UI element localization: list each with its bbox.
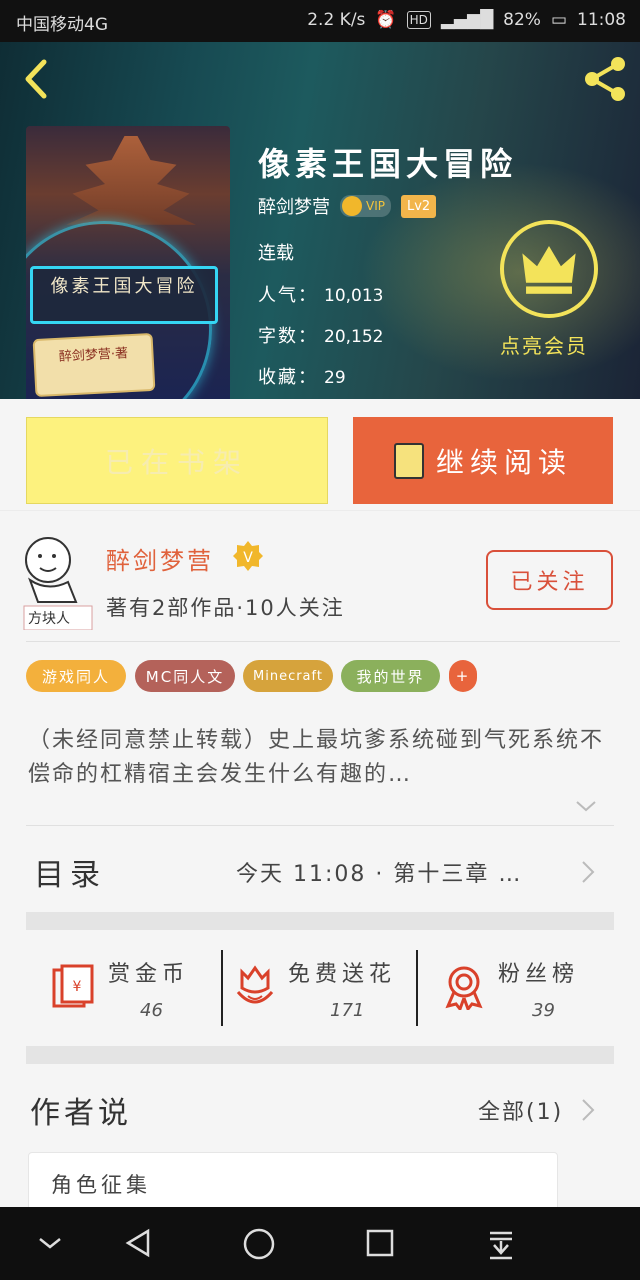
status-icons: 2.2 K/s ⏰ HD ▂▄▆█ 82% ▭ 11:08 bbox=[307, 10, 626, 30]
avatar-caption: 方块人 bbox=[28, 611, 70, 627]
on-shelf-button[interactable]: 已在书架 bbox=[26, 417, 328, 504]
continue-reading-button[interactable]: 继续阅读 bbox=[353, 417, 613, 504]
hide-nav-icon[interactable] bbox=[36, 1231, 64, 1255]
hd-badge: HD bbox=[406, 11, 431, 29]
author-stats: 著有2部作品·10人关注 bbox=[106, 596, 345, 620]
favorites-value: 29 bbox=[324, 368, 346, 388]
reward-flowers[interactable]: 免费送花 171 bbox=[234, 950, 414, 1030]
chevron-right-icon[interactable] bbox=[578, 1096, 598, 1124]
reward-label: 免费送花 bbox=[288, 962, 397, 987]
reward-label: 赏金币 bbox=[108, 962, 190, 987]
medal-icon bbox=[445, 966, 483, 1010]
red-envelope-icon: ¥ bbox=[52, 964, 94, 1008]
reward-count: 39 bbox=[532, 1000, 555, 1021]
more-tags-button[interactable]: + bbox=[449, 660, 477, 692]
author-post-title: 角色征集 bbox=[51, 1173, 151, 1197]
divider bbox=[0, 510, 640, 511]
word-count-value: 20,152 bbox=[324, 327, 384, 347]
verified-icon: V bbox=[233, 541, 263, 571]
back-nav-icon[interactable] bbox=[122, 1227, 154, 1259]
cover-title: 像素王国大冒险 bbox=[30, 266, 218, 324]
chevron-right-icon[interactable] bbox=[578, 858, 598, 886]
book-author-name[interactable]: 醉剑梦营 bbox=[258, 193, 330, 219]
flower-icon bbox=[236, 965, 274, 1004]
vip-member-button[interactable] bbox=[500, 220, 598, 318]
clock: 11:08 bbox=[577, 10, 626, 30]
favorites-stat: 收藏： 29 bbox=[258, 367, 346, 388]
reward-count: 171 bbox=[330, 1000, 365, 1021]
signal-icon: ▂▄▆█ bbox=[440, 10, 494, 30]
divider bbox=[26, 641, 620, 642]
vip-text: VIP bbox=[366, 199, 385, 213]
book-description[interactable]: （未经同意禁止转载）史上最坑爹系统碰到气死系统不偿命的杠精宿主会发生什么有趣的… bbox=[28, 724, 618, 792]
popularity-stat: 人气： 10,013 bbox=[258, 285, 384, 306]
word-count-stat: 字数： 20,152 bbox=[258, 326, 384, 347]
section-gap bbox=[26, 912, 614, 930]
serial-status: 连载 bbox=[258, 243, 294, 264]
crown-icon bbox=[342, 196, 362, 216]
book-author-line: 醉剑梦营 VIP Lv2 bbox=[258, 193, 437, 219]
author-post-card[interactable]: 角色征集 bbox=[28, 1152, 558, 1212]
network-speed: 2.2 K/s bbox=[307, 10, 366, 30]
book-title: 像素王国大冒险 bbox=[258, 145, 518, 183]
chevron-down-icon[interactable] bbox=[574, 798, 598, 814]
level-badge: Lv2 bbox=[400, 194, 437, 218]
cover-author-tag: 醉剑梦营·著 bbox=[32, 332, 156, 398]
notification-pull-icon[interactable] bbox=[486, 1227, 516, 1261]
status-bar: 中国移动4G 2.2 K/s ⏰ HD ▂▄▆█ 82% ▭ 11:08 bbox=[0, 0, 640, 42]
popularity-value: 10,013 bbox=[324, 286, 384, 306]
book-header: 像素王国大冒险 醉剑梦营·著 像素王国大冒险 醉剑梦营 VIP Lv2 连载 人… bbox=[0, 42, 640, 399]
divider bbox=[221, 950, 223, 1026]
reward-coins[interactable]: ¥ 赏金币 46 bbox=[48, 950, 218, 1030]
home-nav-icon[interactable] bbox=[242, 1227, 276, 1261]
reward-count: 46 bbox=[140, 1000, 163, 1021]
recents-nav-icon[interactable] bbox=[364, 1227, 396, 1259]
author-name[interactable]: 醉剑梦营 bbox=[106, 541, 214, 576]
toc-label[interactable]: 目录 bbox=[34, 850, 106, 894]
book-cover[interactable]: 像素王国大冒险 醉剑梦营·著 bbox=[26, 126, 230, 399]
battery-icon: ▭ bbox=[550, 10, 567, 30]
divider bbox=[26, 825, 614, 826]
author-says-title: 作者说 bbox=[30, 1096, 132, 1131]
carrier-text: 中国移动4G bbox=[16, 15, 108, 35]
system-nav-bar bbox=[0, 1207, 640, 1280]
svg-text:V: V bbox=[243, 550, 253, 566]
reward-fan-ranking[interactable]: 粉丝榜 39 bbox=[440, 950, 610, 1030]
back-icon[interactable] bbox=[18, 56, 58, 102]
tag-chip[interactable]: 我的世界 bbox=[341, 660, 440, 692]
continue-reading-label: 继续阅读 bbox=[435, 445, 572, 479]
crown-icon bbox=[522, 246, 576, 283]
tag-chip[interactable]: 游戏同人 bbox=[26, 660, 126, 692]
vip-member-label[interactable]: 点亮会员 bbox=[500, 330, 588, 359]
author-says-all-link[interactable]: 全部(1) bbox=[478, 1094, 563, 1126]
tag-chip[interactable]: Minecraft bbox=[243, 660, 333, 692]
book-icon bbox=[393, 442, 424, 479]
reward-label: 粉丝榜 bbox=[498, 962, 580, 987]
svg-text:¥: ¥ bbox=[73, 979, 82, 995]
alarm-icon: ⏰ bbox=[375, 10, 397, 30]
battery-text: 82% bbox=[503, 10, 541, 30]
share-icon[interactable] bbox=[580, 54, 630, 104]
divider bbox=[416, 950, 418, 1026]
follow-button[interactable]: 已关注 bbox=[486, 550, 613, 610]
section-gap bbox=[26, 1046, 614, 1064]
toc-latest-chapter[interactable]: 今天 11:08 · 第十三章 … bbox=[236, 856, 522, 888]
vip-badge: VIP bbox=[340, 195, 391, 217]
tag-chip[interactable]: MC同人文 bbox=[135, 660, 235, 692]
